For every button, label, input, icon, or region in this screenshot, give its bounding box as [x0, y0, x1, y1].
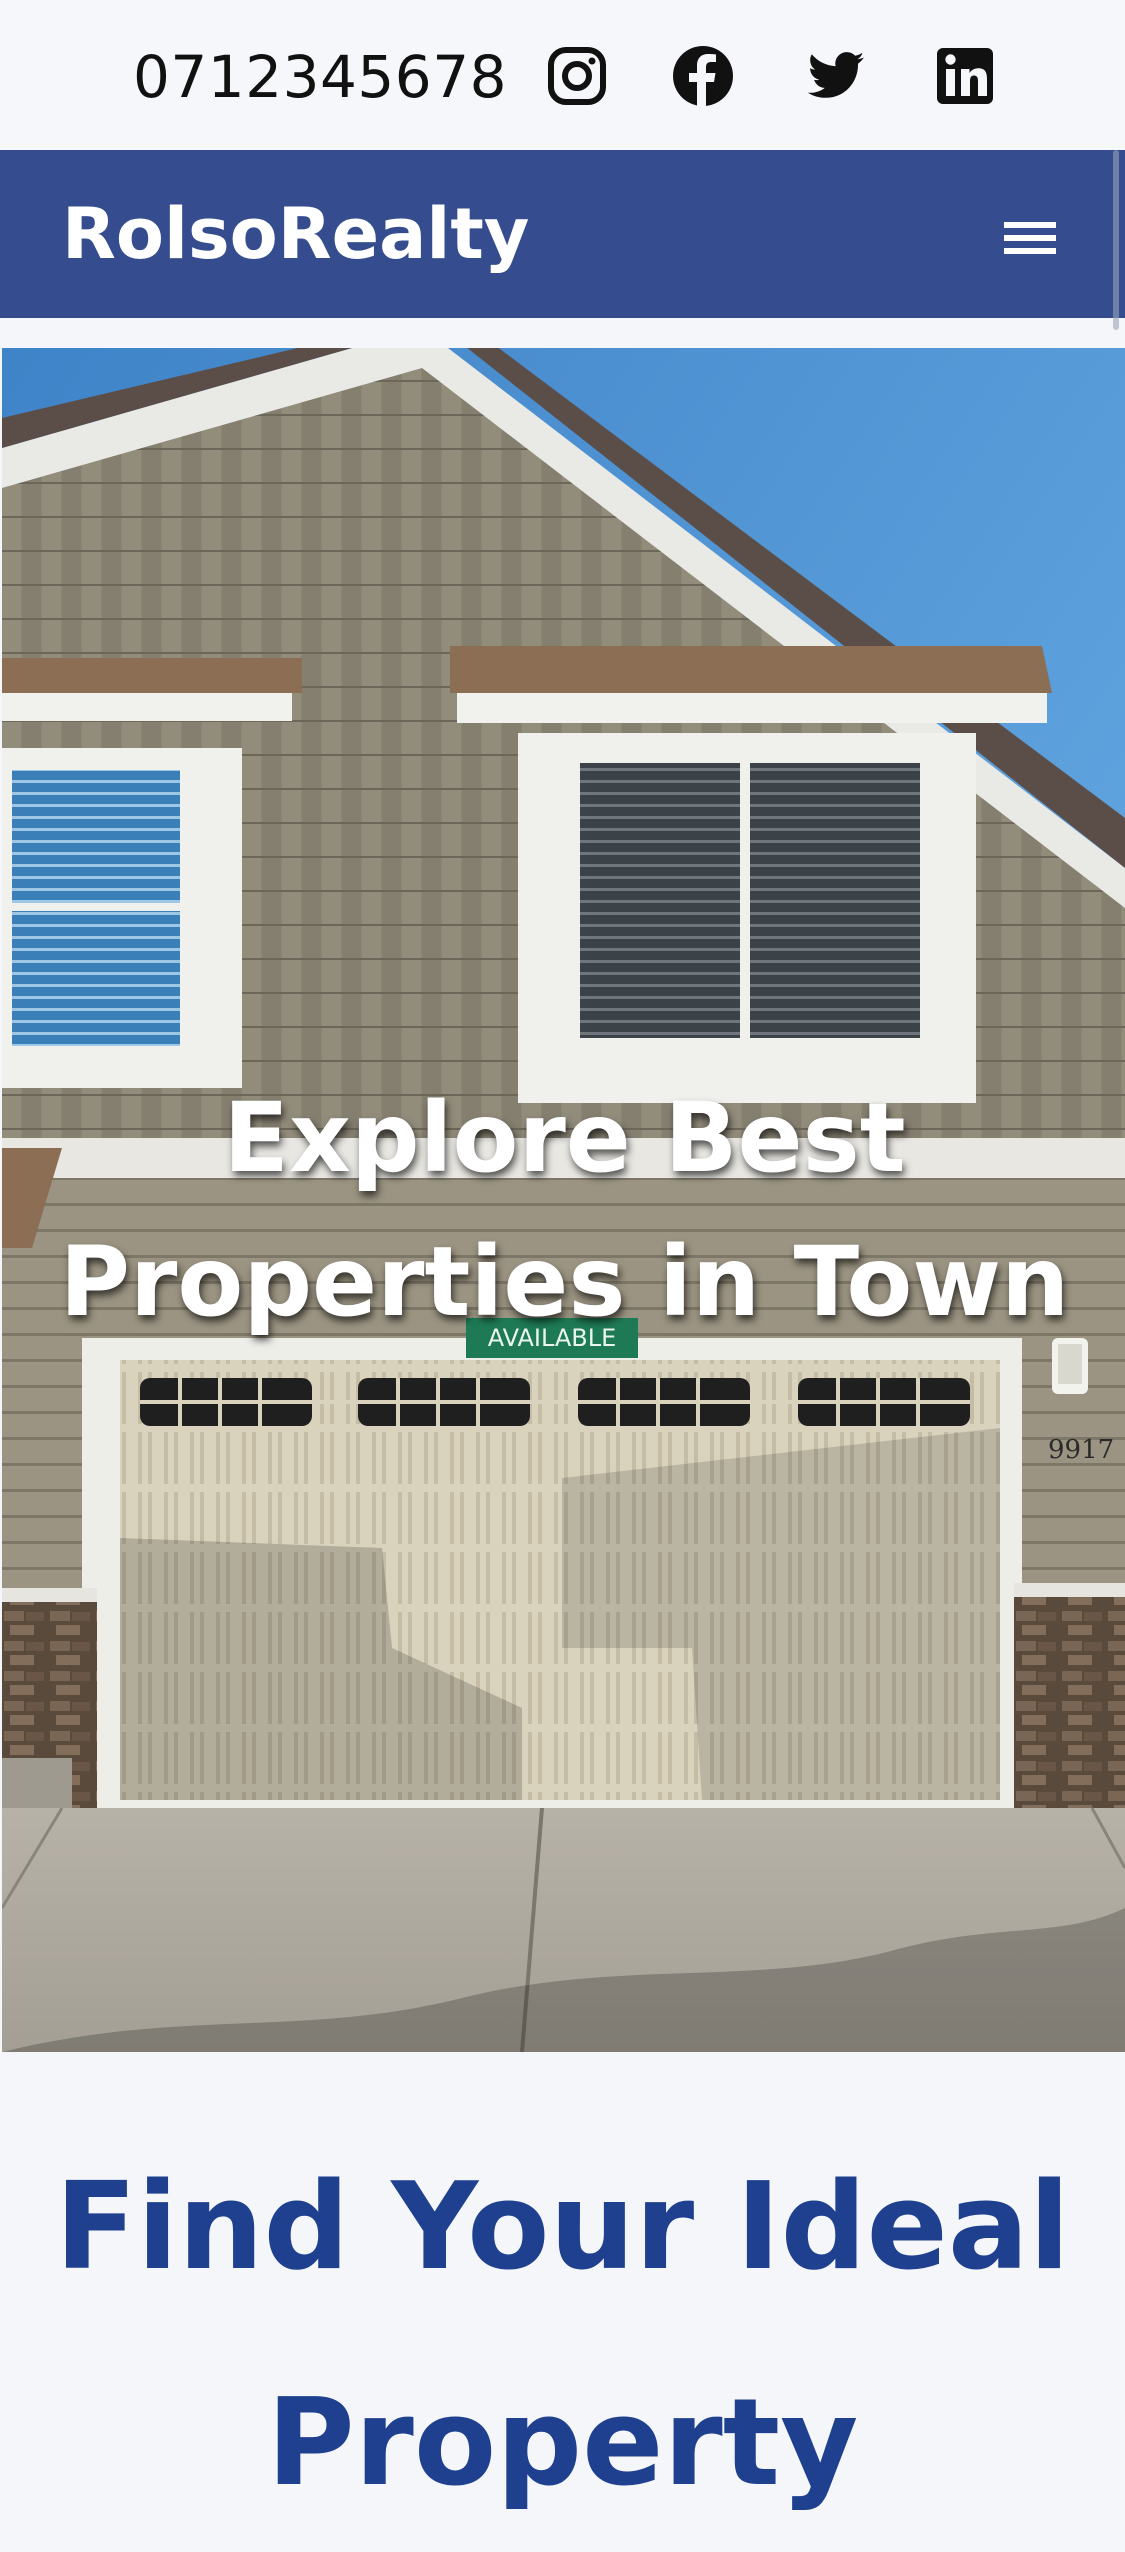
twitter-icon[interactable] — [804, 44, 868, 108]
brand-logo-text[interactable]: RolsoRealty — [62, 190, 529, 278]
main-navbar: RolsoRealty — [0, 150, 1125, 318]
hamburger-menu-icon[interactable] — [1004, 222, 1060, 262]
house-number-text: 9917 — [1048, 1435, 1114, 1465]
facebook-icon[interactable] — [671, 44, 735, 108]
top-contact-bar: 0712345678 — [0, 0, 1125, 150]
phone-number-link[interactable]: 0712345678 — [133, 40, 507, 114]
hero-title: Explore Best Properties in Town — [2, 1066, 1125, 1354]
section-title-line-2: Property — [266, 2374, 859, 2513]
hero-title-line-2: Properties in Town — [59, 1226, 1070, 1338]
section-title: Find Your Ideal Property — [0, 2120, 1125, 2552]
hero-banner: AVAILABLE 9917 Explore Best Properties i… — [2, 348, 1125, 2052]
instagram-icon[interactable] — [545, 44, 609, 108]
linkedin-icon[interactable] — [933, 44, 997, 108]
hero-title-line-1: Explore Best — [223, 1082, 906, 1194]
page-scrollbar-thumb[interactable] — [1113, 150, 1119, 330]
section-title-line-1: Find Your Ideal — [55, 2158, 1070, 2297]
